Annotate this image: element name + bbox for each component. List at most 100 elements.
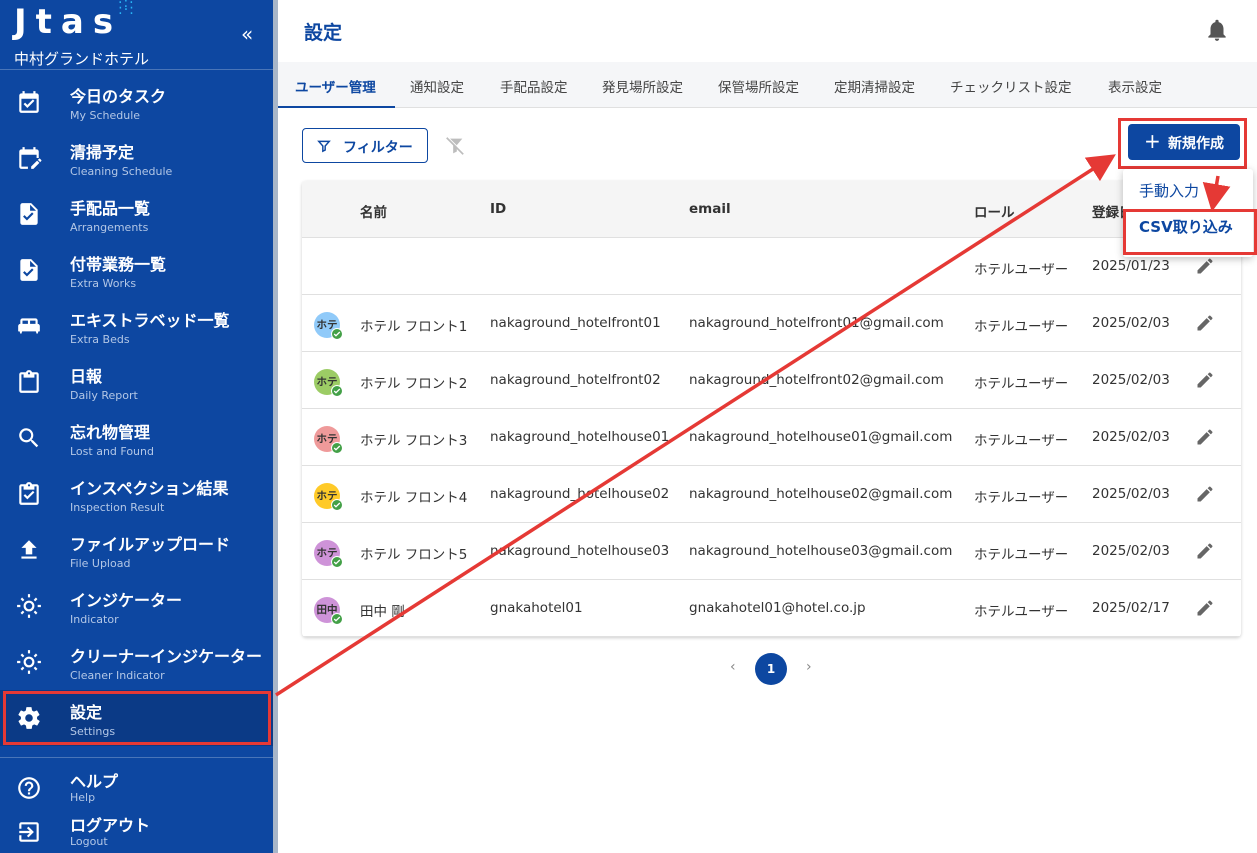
sidebar-item-file-upload[interactable]: ファイルアップロード File Upload — [0, 522, 273, 578]
edit-pencil-icon[interactable] — [1195, 427, 1215, 447]
check-badge-icon — [331, 499, 343, 511]
search-icon — [16, 425, 42, 451]
sidebar-item-logout[interactable]: ログアウト Logout — [0, 807, 273, 851]
sidebar-item-sublabel: Extra Beds — [70, 333, 130, 346]
table-row: ホテ ホテル フロント4 nakaground_hotelhouse02 nakagr… — [302, 466, 1241, 523]
sidebar-item-indicator[interactable]: インジケーター Indicator — [0, 578, 273, 634]
sidebar-item-sublabel: Lost and Found — [70, 445, 154, 458]
cell-registered-date: 2025/02/17 — [1092, 600, 1170, 616]
edit-pencil-icon[interactable] — [1195, 256, 1215, 276]
filter-button[interactable]: フィルター — [302, 128, 428, 163]
cell-email: nakaground_hotelfront02@gmail.com — [689, 372, 944, 388]
sidebar-item-label: 日報 — [70, 367, 103, 386]
avatar: ホテ — [314, 369, 343, 397]
cell-registered-date: 2025/02/03 — [1092, 372, 1170, 388]
sidebar-item-cleaner-indicator[interactable]: クリーナーインジケーター Cleaner Indicator — [0, 634, 273, 690]
sidebar-item-sublabel: Help — [70, 791, 96, 804]
brand: Jtas ·:·:·: 中村グランドホテル « — [14, 0, 269, 70]
tab-arrangement-settings[interactable]: 手配品設定 — [500, 76, 568, 96]
sidebar-item-inspection-result[interactable]: インスペクション結果 Inspection Result — [0, 466, 273, 522]
table-row: ホテ ホテル フロント2 nakaground_hotelfront02 nakagr… — [302, 352, 1241, 409]
column-header-id: ID — [490, 201, 507, 217]
main-content: フィルター + 新規作成 名前 ID email ロール 登録日 ホテルユーザー… — [278, 108, 1257, 853]
page-button-current[interactable]: 1 — [755, 653, 787, 685]
cell-role: ホテルユーザー — [974, 376, 1069, 392]
edit-pencil-icon[interactable] — [1195, 370, 1215, 390]
logo: Jtas — [14, 2, 123, 42]
sidebar-item-cleaning-schedule[interactable]: 清掃予定 Cleaning Schedule — [0, 130, 273, 186]
edit-pencil-icon[interactable] — [1195, 313, 1215, 333]
cell-email: nakaground_hotelfront01@gmail.com — [689, 315, 944, 331]
edit-pencil-icon[interactable] — [1195, 598, 1215, 618]
sidebar-item-lost-and-found[interactable]: 忘れ物管理 Lost and Found — [0, 410, 273, 466]
sidebar-item-my-schedule[interactable]: 今日のタスク My Schedule — [0, 74, 273, 130]
avatar: ホテ — [314, 483, 343, 511]
table-row: ホテルユーザー 2025/01/23 — [302, 238, 1241, 295]
calendar-edit-icon — [16, 145, 42, 171]
sidebar-item-extra-beds[interactable]: エキストラベッド一覧 Extra Beds — [0, 298, 273, 354]
cell-id: nakaground_hotelhouse01 — [490, 429, 670, 445]
sidebar-item-label: ファイルアップロード — [70, 535, 231, 554]
column-header-name: 名前 — [360, 205, 387, 221]
edit-pencil-icon[interactable] — [1195, 541, 1215, 561]
divider — [0, 69, 273, 70]
calendar-check-icon — [16, 89, 42, 115]
prev-page-icon[interactable]: ‹ — [730, 659, 736, 675]
sidebar-item-sublabel: Inspection Result — [70, 501, 165, 514]
cell-role: ホテルユーザー — [974, 604, 1069, 620]
column-header-role: ロール — [974, 205, 1015, 221]
tab-user-management[interactable]: ユーザー管理 — [295, 76, 376, 96]
table-row: ホテ ホテル フロント5 nakaground_hotelhouse03 nakagr… — [302, 523, 1241, 580]
cell-id: nakaground_hotelhouse03 — [490, 543, 670, 559]
doc-check-icon — [16, 257, 42, 283]
sidebar-item-label: インスペクション結果 — [70, 479, 229, 498]
cell-id: gnakahotel01 — [490, 600, 583, 616]
cell-email: nakaground_hotelhouse01@gmail.com — [689, 429, 953, 445]
sidebar-item-help[interactable]: ヘルプ Help — [0, 763, 273, 807]
divider — [0, 757, 273, 758]
avatar: ホテ — [314, 540, 343, 568]
sidebar-item-sublabel: Extra Works — [70, 277, 137, 290]
sidebar-item-sublabel: My Schedule — [70, 109, 141, 122]
check-badge-icon — [331, 328, 343, 340]
cell-registered-date: 2025/02/03 — [1092, 429, 1170, 445]
logo-dots-icon: ·:·:·: — [118, 0, 135, 18]
sidebar-item-sublabel: Logout — [70, 835, 108, 848]
tab-notification-settings[interactable]: 通知設定 — [410, 76, 464, 96]
clear-filter-icon[interactable] — [444, 135, 466, 157]
menu-item-manual-entry[interactable]: 手動入力 — [1139, 180, 1199, 201]
tab-checklist-settings[interactable]: チェックリスト設定 — [950, 76, 1072, 96]
cell-registered-date: 2025/02/03 — [1092, 543, 1170, 559]
avatar: 田中 — [314, 597, 343, 625]
sidebar-nav: 今日のタスク My Schedule 清掃予定 Cleaning Schedul… — [0, 74, 273, 746]
cell-name: ホテル フロント3 — [360, 433, 468, 449]
doc-check-icon — [16, 201, 42, 227]
cell-name: ホテル フロント1 — [360, 319, 468, 335]
sidebar-item-daily-report[interactable]: 日報 Daily Report — [0, 354, 273, 410]
check-badge-icon — [331, 613, 343, 625]
cell-registered-date: 2025/02/03 — [1092, 486, 1170, 502]
cell-id: nakaground_hotelhouse02 — [490, 486, 670, 502]
cell-role: ホテルユーザー — [974, 319, 1069, 335]
filter-button-label: フィルター — [343, 140, 413, 156]
sidebar-item-sublabel: Cleaner Indicator — [70, 669, 165, 682]
tab-display-settings[interactable]: 表示設定 — [1108, 76, 1162, 96]
collapse-sidebar-icon[interactable]: « — [241, 22, 253, 46]
sidebar-item-extra-works[interactable]: 付帯業務一覧 Extra Works — [0, 242, 273, 298]
page-title: 設定 — [304, 22, 343, 44]
sidebar-item-label: 今日のタスク — [70, 87, 167, 106]
cell-id: nakaground_hotelfront01 — [490, 315, 661, 331]
sidebar: Jtas ·:·:·: 中村グランドホテル « 今日のタスク My Schedu… — [0, 0, 273, 853]
tab-storage-location-settings[interactable]: 保管場所設定 — [718, 76, 799, 96]
cell-email: nakaground_hotelhouse03@gmail.com — [689, 543, 953, 559]
next-page-icon[interactable]: › — [806, 659, 812, 675]
cell-name: ホテル フロント4 — [360, 490, 468, 506]
bell-icon[interactable] — [1204, 16, 1230, 44]
sidebar-item-arrangements[interactable]: 手配品一覧 Arrangements — [0, 186, 273, 242]
tab-found-location-settings[interactable]: 発見場所設定 — [602, 76, 683, 96]
edit-pencil-icon[interactable] — [1195, 484, 1215, 504]
sidebar-item-sublabel: Daily Report — [70, 389, 138, 402]
annotation-highlight-new-button — [1118, 118, 1247, 169]
tab-periodic-cleaning-settings[interactable]: 定期清掃設定 — [834, 76, 915, 96]
sun-icon — [16, 649, 42, 675]
